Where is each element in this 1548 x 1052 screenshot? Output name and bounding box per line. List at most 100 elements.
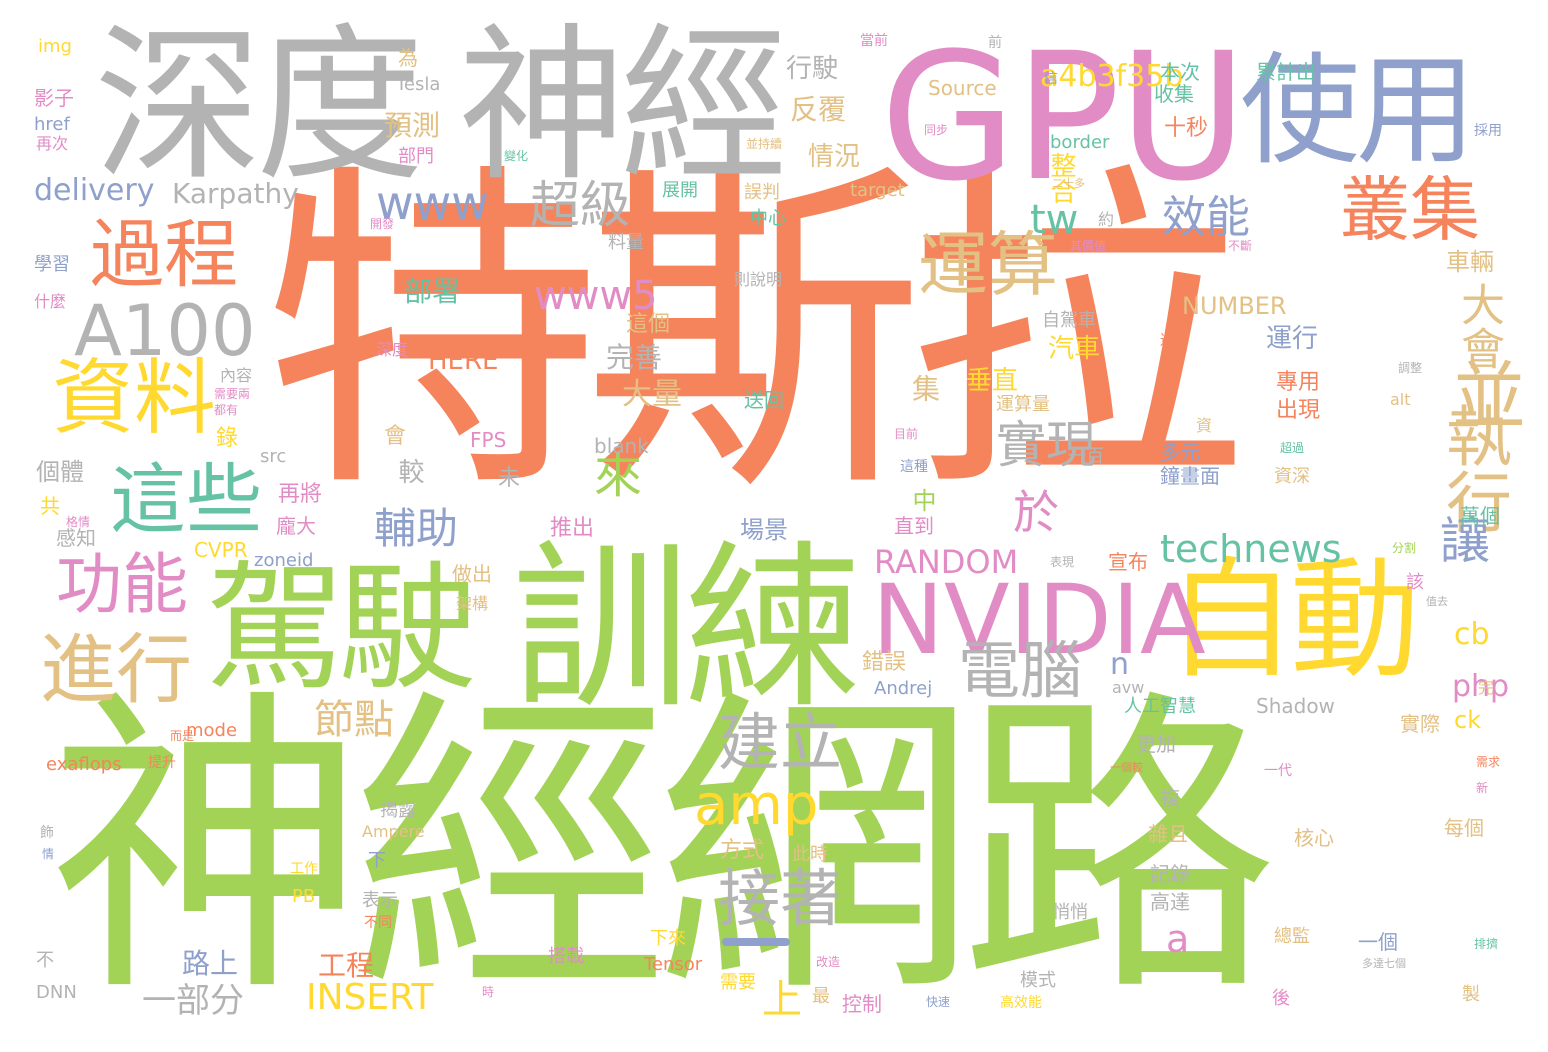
word-a: a [1166, 917, 1190, 961]
word: 未 [498, 466, 521, 491]
word: 複 [1160, 786, 1180, 810]
word: CVPR [194, 538, 248, 562]
word: 變化 [504, 149, 529, 163]
word: 運行 [1266, 324, 1319, 354]
word: 較 [394, 458, 424, 484]
word: 高達 [1150, 890, 1190, 914]
word: 錄 [216, 426, 239, 451]
word: exaflops [46, 754, 122, 775]
word: border [1050, 132, 1110, 153]
word: 為 [398, 46, 418, 70]
word: 出現 [1276, 398, 1321, 423]
word: Shadow [1256, 694, 1335, 718]
word-amp: amp [694, 773, 819, 838]
word: 提升 [148, 755, 176, 771]
word: 行駛 [786, 54, 839, 84]
word-training: 訓練 [512, 525, 862, 732]
word-random: RANDOM [874, 543, 1019, 581]
word: 不同 [364, 915, 392, 931]
word: 垂直 [966, 366, 1019, 396]
word-on: 上 [762, 977, 802, 1023]
word-n: n [1110, 647, 1130, 682]
word: 一個 [1358, 930, 1398, 954]
word: 飾 [40, 825, 54, 841]
word-proceed: 進行 [40, 625, 192, 714]
word: 場景 [740, 516, 788, 544]
word: 最 [812, 986, 830, 1007]
word-function: 功能 [56, 546, 188, 623]
word-build: 建立 [718, 706, 843, 779]
word: 影子 [34, 86, 74, 110]
word: 高效能 [1000, 995, 1042, 1011]
word: 模式 [1020, 970, 1056, 991]
word: 採用 [1474, 123, 1502, 139]
word-karpathy: Karpathy [172, 177, 299, 210]
word: 還也 [1160, 333, 1188, 349]
word: 快速 [926, 995, 951, 1009]
word: 控制 [842, 992, 882, 1016]
word-part: 一部分 [142, 981, 244, 1021]
word: 累計出 [1256, 60, 1316, 84]
word: 當前 [860, 33, 888, 49]
word-drive: 駕駛 [206, 548, 476, 709]
word-process: 過程 [90, 212, 238, 298]
word: 目前 [894, 427, 919, 441]
word: 悄悄 [1052, 902, 1088, 923]
word: 情況 [808, 142, 861, 172]
word: 直到 [894, 514, 934, 538]
word-cloud: 特斯拉 神經網路 訓練 深度 神經 GPU 使用 自動 駕駛 NVIDIA 資料… [0, 0, 1548, 1052]
word: 自駕車 [1042, 310, 1096, 331]
word: 一百 [1068, 446, 1104, 467]
word: NUMBER [1182, 292, 1287, 320]
word-delivery: delivery [34, 173, 155, 208]
word: 中心 [750, 208, 786, 229]
underline-mark [722, 938, 790, 946]
word: zoneid [254, 550, 314, 571]
word-neural: 神經 [458, 8, 788, 204]
word-super: 超級 [530, 176, 630, 234]
word-technews: technews [1160, 527, 1342, 571]
word-tw: tw [1030, 197, 1079, 243]
word: ck [1454, 706, 1482, 734]
word: 總監 [1274, 926, 1310, 947]
word: 排擠 [1474, 937, 1499, 951]
word: 多達七個 [1362, 957, 1406, 970]
word: 完善 [606, 341, 663, 374]
word: 集 [908, 374, 941, 402]
word: 完 [1478, 678, 1495, 697]
word: 下來 [650, 928, 686, 949]
word: 下 [368, 850, 386, 871]
word: 路上 [182, 947, 239, 980]
word: HERE [428, 346, 499, 376]
word: 改造 [816, 955, 841, 969]
word: 大量 [622, 377, 682, 412]
word: 工作 [290, 861, 318, 877]
word: 一個較 [1110, 761, 1143, 774]
word: 龐大 [276, 514, 316, 538]
word: 此時 [792, 844, 828, 865]
word: 雜且 [1148, 822, 1188, 846]
word: 中 [908, 488, 936, 512]
word: 揭露 [380, 800, 416, 821]
word: 車輛 [1446, 248, 1494, 276]
word: 鐘畫面 [1160, 464, 1220, 488]
word: Source [928, 76, 997, 100]
word-at: 於 [1006, 488, 1060, 534]
word: 收集 [1154, 82, 1194, 106]
word: 多元 [1160, 440, 1200, 464]
word: 再次 [36, 134, 69, 153]
word: 表示 [362, 890, 398, 911]
word: PB [292, 886, 316, 907]
word-insert: INSERT [306, 977, 434, 1018]
word: 萬個 [1460, 504, 1500, 528]
word: 前 [988, 35, 1002, 51]
word: blank [594, 434, 649, 458]
word: href [34, 114, 70, 135]
word: 搭載 [548, 946, 584, 967]
word: 預測 [384, 109, 441, 142]
word: 送回 [744, 388, 784, 412]
word: 新 [1476, 781, 1489, 795]
word: 約 [1098, 210, 1115, 229]
word: 時 [482, 985, 495, 999]
word: 都有 [214, 403, 239, 417]
